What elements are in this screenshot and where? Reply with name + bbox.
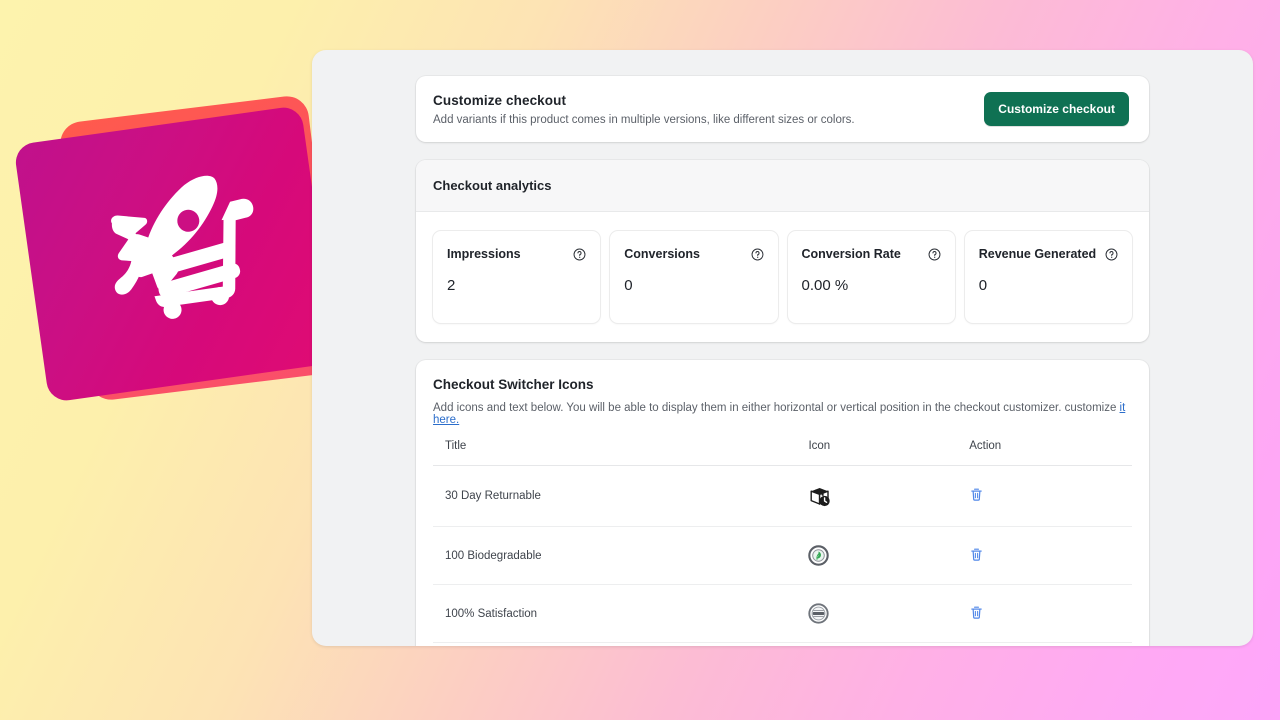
metric-value-revenue-generated: 0 xyxy=(979,277,1118,294)
metric-header: Impressions xyxy=(447,247,586,261)
trash-icon[interactable] xyxy=(969,605,984,620)
customize-checkout-button[interactable]: Customize checkout xyxy=(984,92,1129,126)
row-action-cell xyxy=(957,466,1132,527)
trash-icon[interactable] xyxy=(969,487,984,502)
customize-checkout-subtitle: Add variants if this product comes in mu… xyxy=(433,114,855,126)
switcher-icons-description: Add icons and text below. You will be ab… xyxy=(433,402,1132,426)
metric-header: Revenue Generated xyxy=(979,247,1118,261)
analytics-metrics-grid: Impressions 2 Conversions xyxy=(416,212,1149,323)
eco-badge-icon xyxy=(808,545,829,566)
question-circle-icon[interactable] xyxy=(573,248,586,261)
metric-header: Conversion Rate xyxy=(802,247,941,261)
row-icon-cell xyxy=(796,466,957,527)
table-row: 100 Biodegradable xyxy=(433,527,1132,585)
checkout-analytics-heading: Checkout analytics xyxy=(416,160,1149,212)
question-circle-icon[interactable] xyxy=(1105,248,1118,261)
row-icon-cell xyxy=(796,585,957,643)
row-icon-cell xyxy=(796,527,957,585)
metric-card-conversions: Conversions 0 xyxy=(610,231,777,323)
metric-card-impressions: Impressions 2 xyxy=(433,231,600,323)
row-action-cell xyxy=(957,585,1132,643)
column-header-title: Title xyxy=(433,440,796,466)
switcher-icons-description-text: Add icons and text below. You will be ab… xyxy=(433,402,1120,414)
metric-label-revenue-generated: Revenue Generated xyxy=(979,247,1096,261)
column-header-action: Action xyxy=(957,440,1132,466)
customize-checkout-text: Customize checkout Add variants if this … xyxy=(433,93,855,126)
table-row: 30 Day Returnable xyxy=(433,466,1132,527)
brand-logo xyxy=(22,100,342,410)
satisfaction-seal-icon xyxy=(808,603,829,624)
metric-card-revenue-generated: Revenue Generated 0 xyxy=(965,231,1132,323)
customize-checkout-card: Customize checkout Add variants if this … xyxy=(416,76,1149,142)
package-return-icon xyxy=(808,484,832,508)
switcher-icons-table: Title Icon Action 30 Day Returnable xyxy=(433,440,1132,643)
question-circle-icon[interactable] xyxy=(751,248,764,261)
table-row: 100% Satisfaction xyxy=(433,585,1132,643)
metric-label-impressions: Impressions xyxy=(447,247,521,261)
row-title-30-day-returnable: 30 Day Returnable xyxy=(433,466,796,527)
switcher-icons-title: Checkout Switcher Icons xyxy=(433,377,1132,392)
delete-row-button[interactable] xyxy=(969,487,984,502)
table-header-row: Title Icon Action xyxy=(433,440,1132,466)
delete-row-button[interactable] xyxy=(969,547,984,562)
metric-value-impressions: 2 xyxy=(447,277,586,294)
metric-header: Conversions xyxy=(624,247,763,261)
metric-label-conversions: Conversions xyxy=(624,247,700,261)
rocket-cart-icon xyxy=(76,158,288,353)
column-header-icon: Icon xyxy=(796,440,957,466)
trash-icon[interactable] xyxy=(969,547,984,562)
row-action-cell xyxy=(957,527,1132,585)
app-panel: Customize checkout Add variants if this … xyxy=(312,50,1253,646)
metric-card-conversion-rate: Conversion Rate 0.00 % xyxy=(788,231,955,323)
row-title-100-biodegradable: 100 Biodegradable xyxy=(433,527,796,585)
row-title-100-satisfaction: 100% Satisfaction xyxy=(433,585,796,643)
checkout-switcher-icons-card: Checkout Switcher Icons Add icons and te… xyxy=(416,360,1149,646)
delete-row-button[interactable] xyxy=(969,605,984,620)
metric-value-conversions: 0 xyxy=(624,277,763,294)
checkout-analytics-card: Checkout analytics Impressions 2 xyxy=(416,160,1149,342)
question-circle-icon[interactable] xyxy=(928,248,941,261)
metric-value-conversion-rate: 0.00 % xyxy=(802,277,941,294)
metric-label-conversion-rate: Conversion Rate xyxy=(802,247,901,261)
customize-checkout-title: Customize checkout xyxy=(433,93,855,108)
